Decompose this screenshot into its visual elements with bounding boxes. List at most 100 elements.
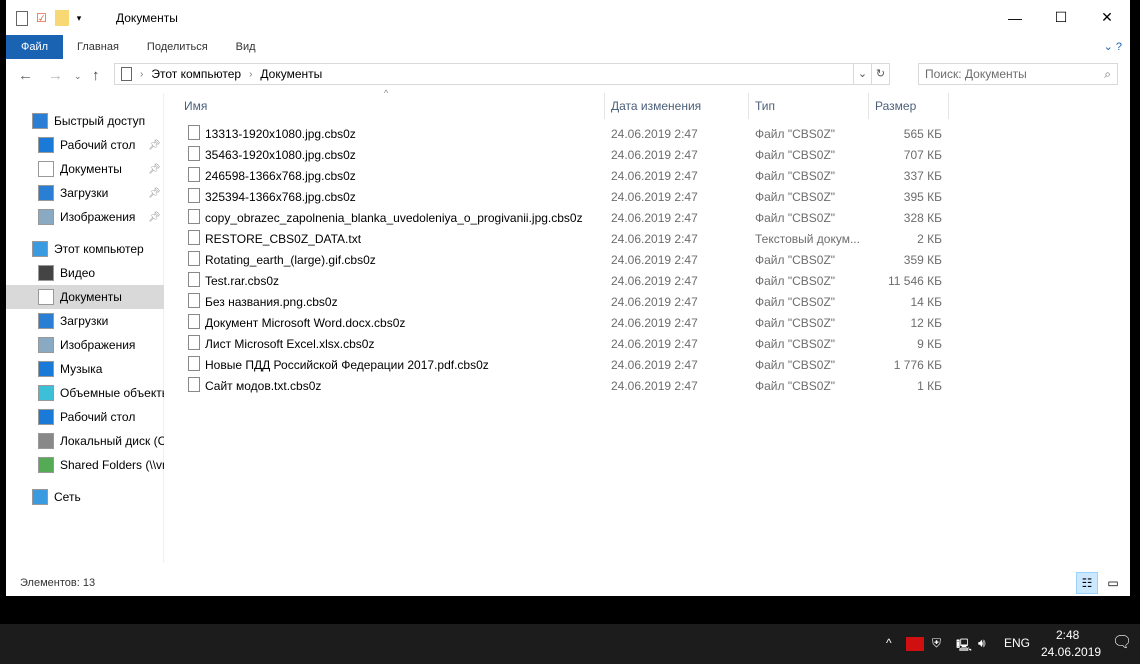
- details-view-button[interactable]: ☷: [1076, 572, 1098, 594]
- file-row[interactable]: 35463-1920x1080.jpg.cbs0z 24.06.2019 2:47…: [178, 144, 948, 165]
- maximize-button[interactable]: ☐: [1038, 0, 1084, 35]
- file-row[interactable]: Документ Microsoft Word.docx.cbs0z 24.06.…: [178, 312, 948, 333]
- file-row[interactable]: Лист Microsoft Excel.xlsx.cbs0z 24.06.201…: [178, 333, 948, 354]
- clock-time[interactable]: 2:48: [1056, 628, 1079, 642]
- breadcrumb-documents[interactable]: Документы: [260, 67, 322, 81]
- sidebar-item[interactable]: Загрузки: [6, 309, 164, 333]
- downloads-icon: [38, 313, 54, 329]
- pin-icon[interactable]: 📌︎: [148, 188, 161, 199]
- network-status-icon[interactable]: 🖳: [956, 636, 972, 657]
- file-row[interactable]: 13313-1920x1080.jpg.cbs0z 24.06.2019 2:47…: [178, 123, 948, 144]
- file-type: Файл "CBS0Z": [755, 379, 836, 393]
- file-row[interactable]: 246598-1366x768.jpg.cbs0z 24.06.2019 2:47…: [178, 165, 948, 186]
- sidebar-item[interactable]: Музыка: [6, 357, 164, 381]
- column-type[interactable]: Тип: [755, 99, 775, 113]
- chevron-right-icon: ›: [140, 68, 144, 80]
- file-row[interactable]: Сайт модов.txt.cbs0z 24.06.2019 2:47 Файл …: [178, 375, 948, 396]
- sidebar-item[interactable]: Этот компьютер: [6, 237, 164, 261]
- column-name[interactable]: Имя: [184, 99, 207, 113]
- file-row[interactable]: Новые ПДД Российской Федерации 2017.pdf.…: [178, 354, 948, 375]
- file-date: 24.06.2019 2:47: [611, 190, 698, 204]
- file-size: 337 КБ: [903, 169, 942, 183]
- up-button[interactable]: ↑: [92, 67, 100, 84]
- customize-dropdown-icon[interactable]: ▾: [77, 13, 82, 24]
- quick-access-toolbar: ☑ ▾: [16, 10, 81, 26]
- sidebar-item[interactable]: Изображения 📌︎: [6, 205, 164, 229]
- address-bar[interactable]: › Этот компьютер › Документы ⌄ ↻: [114, 63, 890, 85]
- file-icon: [188, 356, 200, 371]
- clock-date[interactable]: 24.06.2019: [1041, 645, 1101, 659]
- refresh-icon[interactable]: ↻: [871, 64, 889, 84]
- sidebar-item[interactable]: Shared Folders (\\vmware-host): [6, 453, 164, 477]
- pictures-icon: [38, 337, 54, 353]
- file-name: 246598-1366x768.jpg.cbs0z: [205, 169, 356, 183]
- recent-dropdown-icon[interactable]: ⌄: [74, 71, 82, 82]
- sidebar-item[interactable]: Загрузки 📌︎: [6, 181, 164, 205]
- expand-ribbon-icon[interactable]: ⌄ ?: [1104, 40, 1122, 53]
- file-date: 24.06.2019 2:47: [611, 127, 698, 141]
- language-indicator[interactable]: ENG: [1004, 636, 1030, 650]
- pin-icon[interactable]: 📌︎: [148, 212, 161, 223]
- file-icon: [188, 230, 200, 245]
- file-name: Сайт модов.txt.cbs0z: [205, 379, 322, 393]
- new-folder-icon[interactable]: [54, 10, 69, 26]
- tab-file[interactable]: Файл: [6, 35, 64, 59]
- column-size[interactable]: Размер: [875, 99, 916, 113]
- sidebar-item-label: Быстрый доступ: [54, 114, 146, 128]
- file-type: Файл "CBS0Z": [755, 295, 836, 309]
- minimize-button[interactable]: —: [992, 0, 1038, 35]
- sidebar-item[interactable]: Документы: [6, 285, 164, 309]
- file-row[interactable]: RESTORE_CBS0Z_DATA.txt 24.06.2019 2:47 Тек…: [178, 228, 948, 249]
- file-row[interactable]: copy_obrazec_zapolnenia_blanka_uvedoleni…: [178, 207, 948, 228]
- sidebar-item[interactable]: Объемные объекты: [6, 381, 164, 405]
- file-size: 9 КБ: [917, 337, 942, 351]
- windows-security-icon[interactable]: ⛨: [932, 636, 941, 651]
- sidebar-item-label: Shared Folders (\\vmware-host): [60, 458, 164, 472]
- file-name: Test.rar.cbs0z: [205, 274, 280, 288]
- file-row[interactable]: Без названия.png.cbs0z 24.06.2019 2:47 Фай…: [178, 291, 948, 312]
- sidebar-item[interactable]: Рабочий стол: [6, 405, 164, 429]
- address-dropdown-icon[interactable]: ⌄: [853, 64, 871, 84]
- star-icon: [32, 113, 48, 129]
- search-input[interactable]: Поиск: Документы ⌕: [918, 63, 1118, 85]
- file-row[interactable]: Rotating_earth_(large).gif.cbs0z 24.06.20…: [178, 249, 948, 270]
- file-date: 24.06.2019 2:47: [611, 358, 698, 372]
- sidebar-item[interactable]: Сеть: [6, 485, 164, 509]
- tab-home[interactable]: Главная: [63, 35, 133, 59]
- close-button[interactable]: ✕: [1084, 0, 1130, 35]
- forward-button[interactable]: →: [48, 67, 63, 84]
- sidebar-item[interactable]: Рабочий стол 📌︎: [6, 133, 164, 157]
- tab-share[interactable]: Поделиться: [133, 35, 222, 59]
- file-icon: [188, 167, 200, 182]
- show-hidden-icons-button[interactable]: ^: [886, 636, 892, 650]
- file-type: Файл "CBS0Z": [755, 148, 836, 162]
- file-size: 707 КБ: [903, 148, 942, 162]
- column-date[interactable]: Дата изменения: [611, 99, 701, 113]
- volume-icon[interactable]: 🔊︎: [978, 636, 986, 651]
- pin-icon[interactable]: 📌︎: [148, 140, 161, 151]
- video-icon: [38, 265, 54, 281]
- file-type: Файл "CBS0Z": [755, 169, 836, 183]
- check-doc-icon[interactable]: ☑: [36, 11, 47, 25]
- file-icon: [188, 125, 200, 140]
- large-icons-view-button[interactable]: ▭: [1102, 572, 1124, 594]
- tab-view[interactable]: Вид: [222, 35, 270, 59]
- sidebar-item[interactable]: Изображения: [6, 333, 164, 357]
- back-button[interactable]: ←: [18, 67, 33, 84]
- ransomware-tray-icon[interactable]: [906, 637, 924, 651]
- sidebar-item[interactable]: Документы 📌︎: [6, 157, 164, 181]
- file-row[interactable]: 325394-1366x768.jpg.cbs0z 24.06.2019 2:47…: [178, 186, 948, 207]
- sidebar-item[interactable]: Быстрый доступ: [6, 109, 164, 133]
- action-center-icon[interactable]: 🗨︎: [1112, 632, 1132, 652]
- desktop-icon: [38, 137, 54, 153]
- file-row[interactable]: Test.rar.cbs0z 24.06.2019 2:47 Файл "CBS0Z…: [178, 270, 948, 291]
- file-date: 24.06.2019 2:47: [611, 337, 698, 351]
- explorer-window: ☑ ▾ Документы — ☐ ✕ Файл Главная Поделит…: [6, 0, 1130, 596]
- file-name: Без названия.png.cbs0z: [205, 295, 338, 309]
- sidebar-item[interactable]: Видео: [6, 261, 164, 285]
- breadcrumb-this-pc[interactable]: Этот компьютер: [151, 67, 241, 81]
- navigation-pane: Быстрый доступ Рабочий стол 📌︎ Документы 📌︎ З…: [6, 93, 164, 563]
- pin-icon[interactable]: 📌︎: [148, 164, 161, 175]
- sidebar-item[interactable]: Локальный диск (C:): [6, 429, 164, 453]
- properties-icon[interactable]: [16, 10, 28, 26]
